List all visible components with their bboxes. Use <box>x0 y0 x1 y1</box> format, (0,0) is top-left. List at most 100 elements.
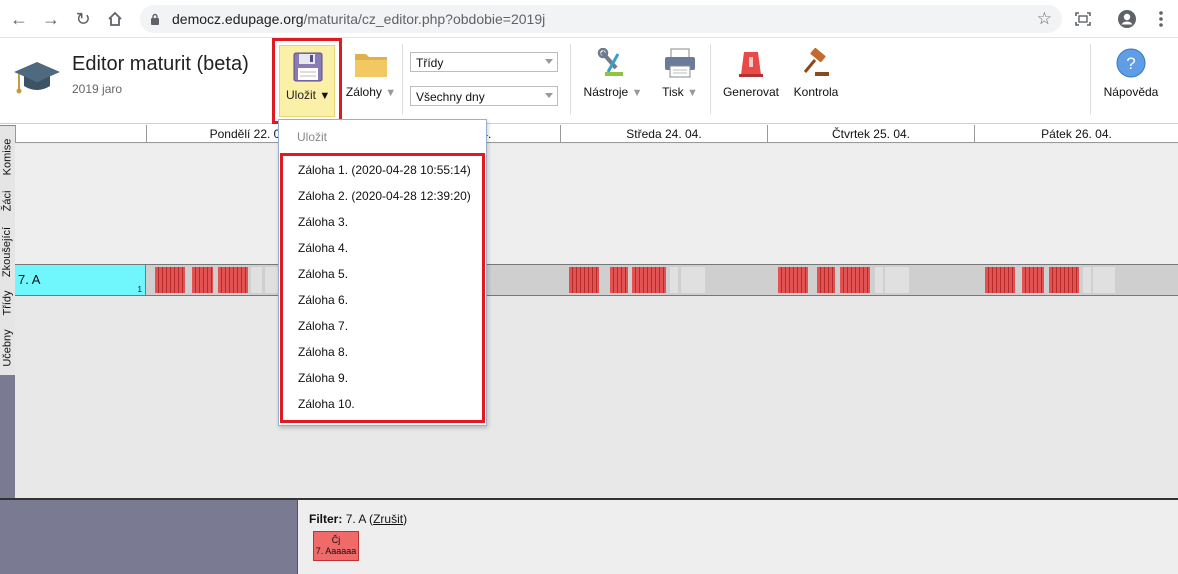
back-icon[interactable]: ← <box>8 8 30 30</box>
help-question-icon: ? <box>1116 48 1146 78</box>
backups-label-wrap: Zálohy ▼ <box>344 85 398 99</box>
exam-card-student: 7. Aaaaaa <box>315 546 357 556</box>
class-row-label[interactable]: 7. A 1 <box>15 265 146 295</box>
save-button[interactable]: Uložit ▼ <box>279 45 335 117</box>
bottom-left-pane <box>0 498 297 574</box>
filter-label: Filter: <box>309 512 343 526</box>
filter-line: Filter: 7. A (Zrušit) <box>309 512 408 526</box>
menu-backup-item[interactable]: Záloha 9. <box>298 371 348 385</box>
url-text: democz.edupage.org/maturita/cz_editor.ph… <box>172 11 545 27</box>
bottom-right-pane: Filter: 7. A (Zrušit) Čj 7. Aaaaaa <box>297 498 1178 574</box>
exam-slot[interactable] <box>1022 267 1044 293</box>
generate-label: Generovat <box>722 85 780 99</box>
view-select[interactable]: Třídy <box>410 52 558 72</box>
backups-dropdown-arrow-icon[interactable]: ▼ <box>385 87 396 99</box>
help-label: Nápověda <box>1103 85 1159 99</box>
empty-slot[interactable] <box>875 267 883 293</box>
class-name: 7. A <box>18 272 41 287</box>
day-header-wednesday: Středa 24. 04. <box>560 125 767 143</box>
reload-icon[interactable]: ↻ <box>72 8 94 30</box>
bookmark-star-icon[interactable]: ☆ <box>1037 9 1052 29</box>
app-toolbar: Editor maturit (beta) 2019 jaro Uložit ▼ <box>0 38 1178 124</box>
exam-card[interactable]: Čj 7. Aaaaaa <box>313 531 359 561</box>
menu-backup-item[interactable]: Záloha 8. <box>298 345 348 359</box>
print-label-wrap: Tisk ▼ <box>656 85 704 99</box>
exam-slot[interactable] <box>778 267 808 293</box>
save-dropdown-arrow-icon[interactable]: ▼ <box>319 90 330 102</box>
floppy-disk-icon <box>293 52 323 82</box>
tools-icon <box>597 47 623 76</box>
save-dropdown-menu: Uložit Záloha 1. (2020-04-28 10:55:14) Z… <box>278 119 487 426</box>
menu-backup-item[interactable]: Záloha 7. <box>298 319 348 333</box>
exam-slot[interactable] <box>569 267 599 293</box>
exam-slot[interactable] <box>610 267 628 293</box>
class-row[interactable]: 7. A 1 <box>15 265 1178 295</box>
browser-menu-icon[interactable] <box>1150 8 1172 30</box>
home-icon[interactable] <box>104 8 126 30</box>
generate-button[interactable]: Generovat <box>720 48 782 99</box>
exam-slot[interactable] <box>155 267 185 293</box>
url-host: democz.edupage.org <box>172 11 304 27</box>
address-bar[interactable]: democz.edupage.org/maturita/cz_editor.ph… <box>140 5 1062 33</box>
menu-backup-item[interactable]: Záloha 1. (2020-04-28 10:55:14) <box>298 163 471 177</box>
menu-save-item[interactable]: Uložit <box>297 130 327 144</box>
backup-list-highlight: Záloha 1. (2020-04-28 10:55:14) Záloha 2… <box>280 153 485 423</box>
toolbar-separator <box>710 44 711 114</box>
print-dropdown-arrow-icon[interactable]: ▼ <box>687 87 698 99</box>
menu-backup-item[interactable]: Záloha 6. <box>298 293 348 307</box>
side-tab-examiners[interactable]: Zkoušející <box>0 221 15 283</box>
exam-slot[interactable] <box>632 267 666 293</box>
empty-slot[interactable] <box>670 267 678 293</box>
profile-icon[interactable] <box>1116 8 1138 30</box>
days-select[interactable]: Všechny dny <box>410 86 558 106</box>
grid-empty-area <box>15 296 1178 498</box>
menu-backup-item[interactable]: Záloha 3. <box>298 215 348 229</box>
side-tab-students[interactable]: Žáci <box>0 183 15 219</box>
filter-value: 7. A <box>345 512 366 526</box>
side-tab-examiners-label: Zkoušející <box>1 226 14 278</box>
tools-button[interactable]: Nástroje ▼ <box>582 47 644 99</box>
help-button[interactable]: ? Nápověda <box>1100 48 1162 99</box>
check-label: Kontrola <box>793 85 839 99</box>
print-button[interactable]: Tisk ▼ <box>656 48 704 99</box>
tools-dropdown-arrow-icon[interactable]: ▼ <box>632 87 643 99</box>
app-subtitle: 2019 jaro <box>72 82 123 96</box>
day-header-thursday: Čtvrtek 25. 04. <box>767 125 974 143</box>
save-label: Uložit <box>286 88 317 102</box>
menu-backup-item[interactable]: Záloha 2. (2020-04-28 12:39:20) <box>298 189 471 203</box>
exam-slot[interactable] <box>192 267 213 293</box>
forward-icon[interactable]: → <box>40 8 62 30</box>
exam-slot[interactable] <box>218 267 248 293</box>
menu-backup-item[interactable]: Záloha 10. <box>298 397 355 411</box>
side-tab-rooms[interactable]: Učebny <box>0 323 15 373</box>
print-label: Tisk <box>662 85 684 99</box>
grid-top-area <box>15 144 1178 264</box>
side-tab-rooms-label: Učebny <box>1 329 14 367</box>
days-select-arrow-icon <box>545 93 553 98</box>
empty-slot[interactable] <box>1093 267 1115 293</box>
exam-slot[interactable] <box>817 267 835 293</box>
empty-slot[interactable] <box>1083 267 1091 293</box>
url-path: /maturita/cz_editor.php?obdobie=2019j <box>303 11 546 27</box>
folder-icon <box>355 54 387 77</box>
save-label-wrap: Uložit ▼ <box>286 88 330 102</box>
side-tab-commissions[interactable]: Komise <box>0 133 15 181</box>
filter-cancel-link[interactable]: Zrušit <box>373 512 403 526</box>
check-button[interactable]: Kontrola <box>790 47 842 99</box>
exam-slot[interactable] <box>985 267 1015 293</box>
tools-label-wrap: Nástroje ▼ <box>582 85 644 99</box>
toolbar-separator <box>1090 44 1091 114</box>
empty-slot[interactable] <box>885 267 909 293</box>
exam-slot[interactable] <box>840 267 870 293</box>
backups-button[interactable]: Zálohy ▼ <box>344 48 398 99</box>
screen-capture-icon[interactable] <box>1072 8 1094 30</box>
empty-slot[interactable] <box>681 267 705 293</box>
side-tab-classes[interactable]: Třídy <box>0 285 15 321</box>
class-count: 1 <box>137 285 142 294</box>
menu-backup-item[interactable]: Záloha 5. <box>298 267 348 281</box>
exam-slot[interactable] <box>1049 267 1079 293</box>
empty-slot[interactable] <box>251 267 262 293</box>
menu-backup-item[interactable]: Záloha 4. <box>298 241 348 255</box>
exam-card-subject: Čj <box>331 535 341 545</box>
app-title: Editor maturit (beta) <box>72 53 249 75</box>
